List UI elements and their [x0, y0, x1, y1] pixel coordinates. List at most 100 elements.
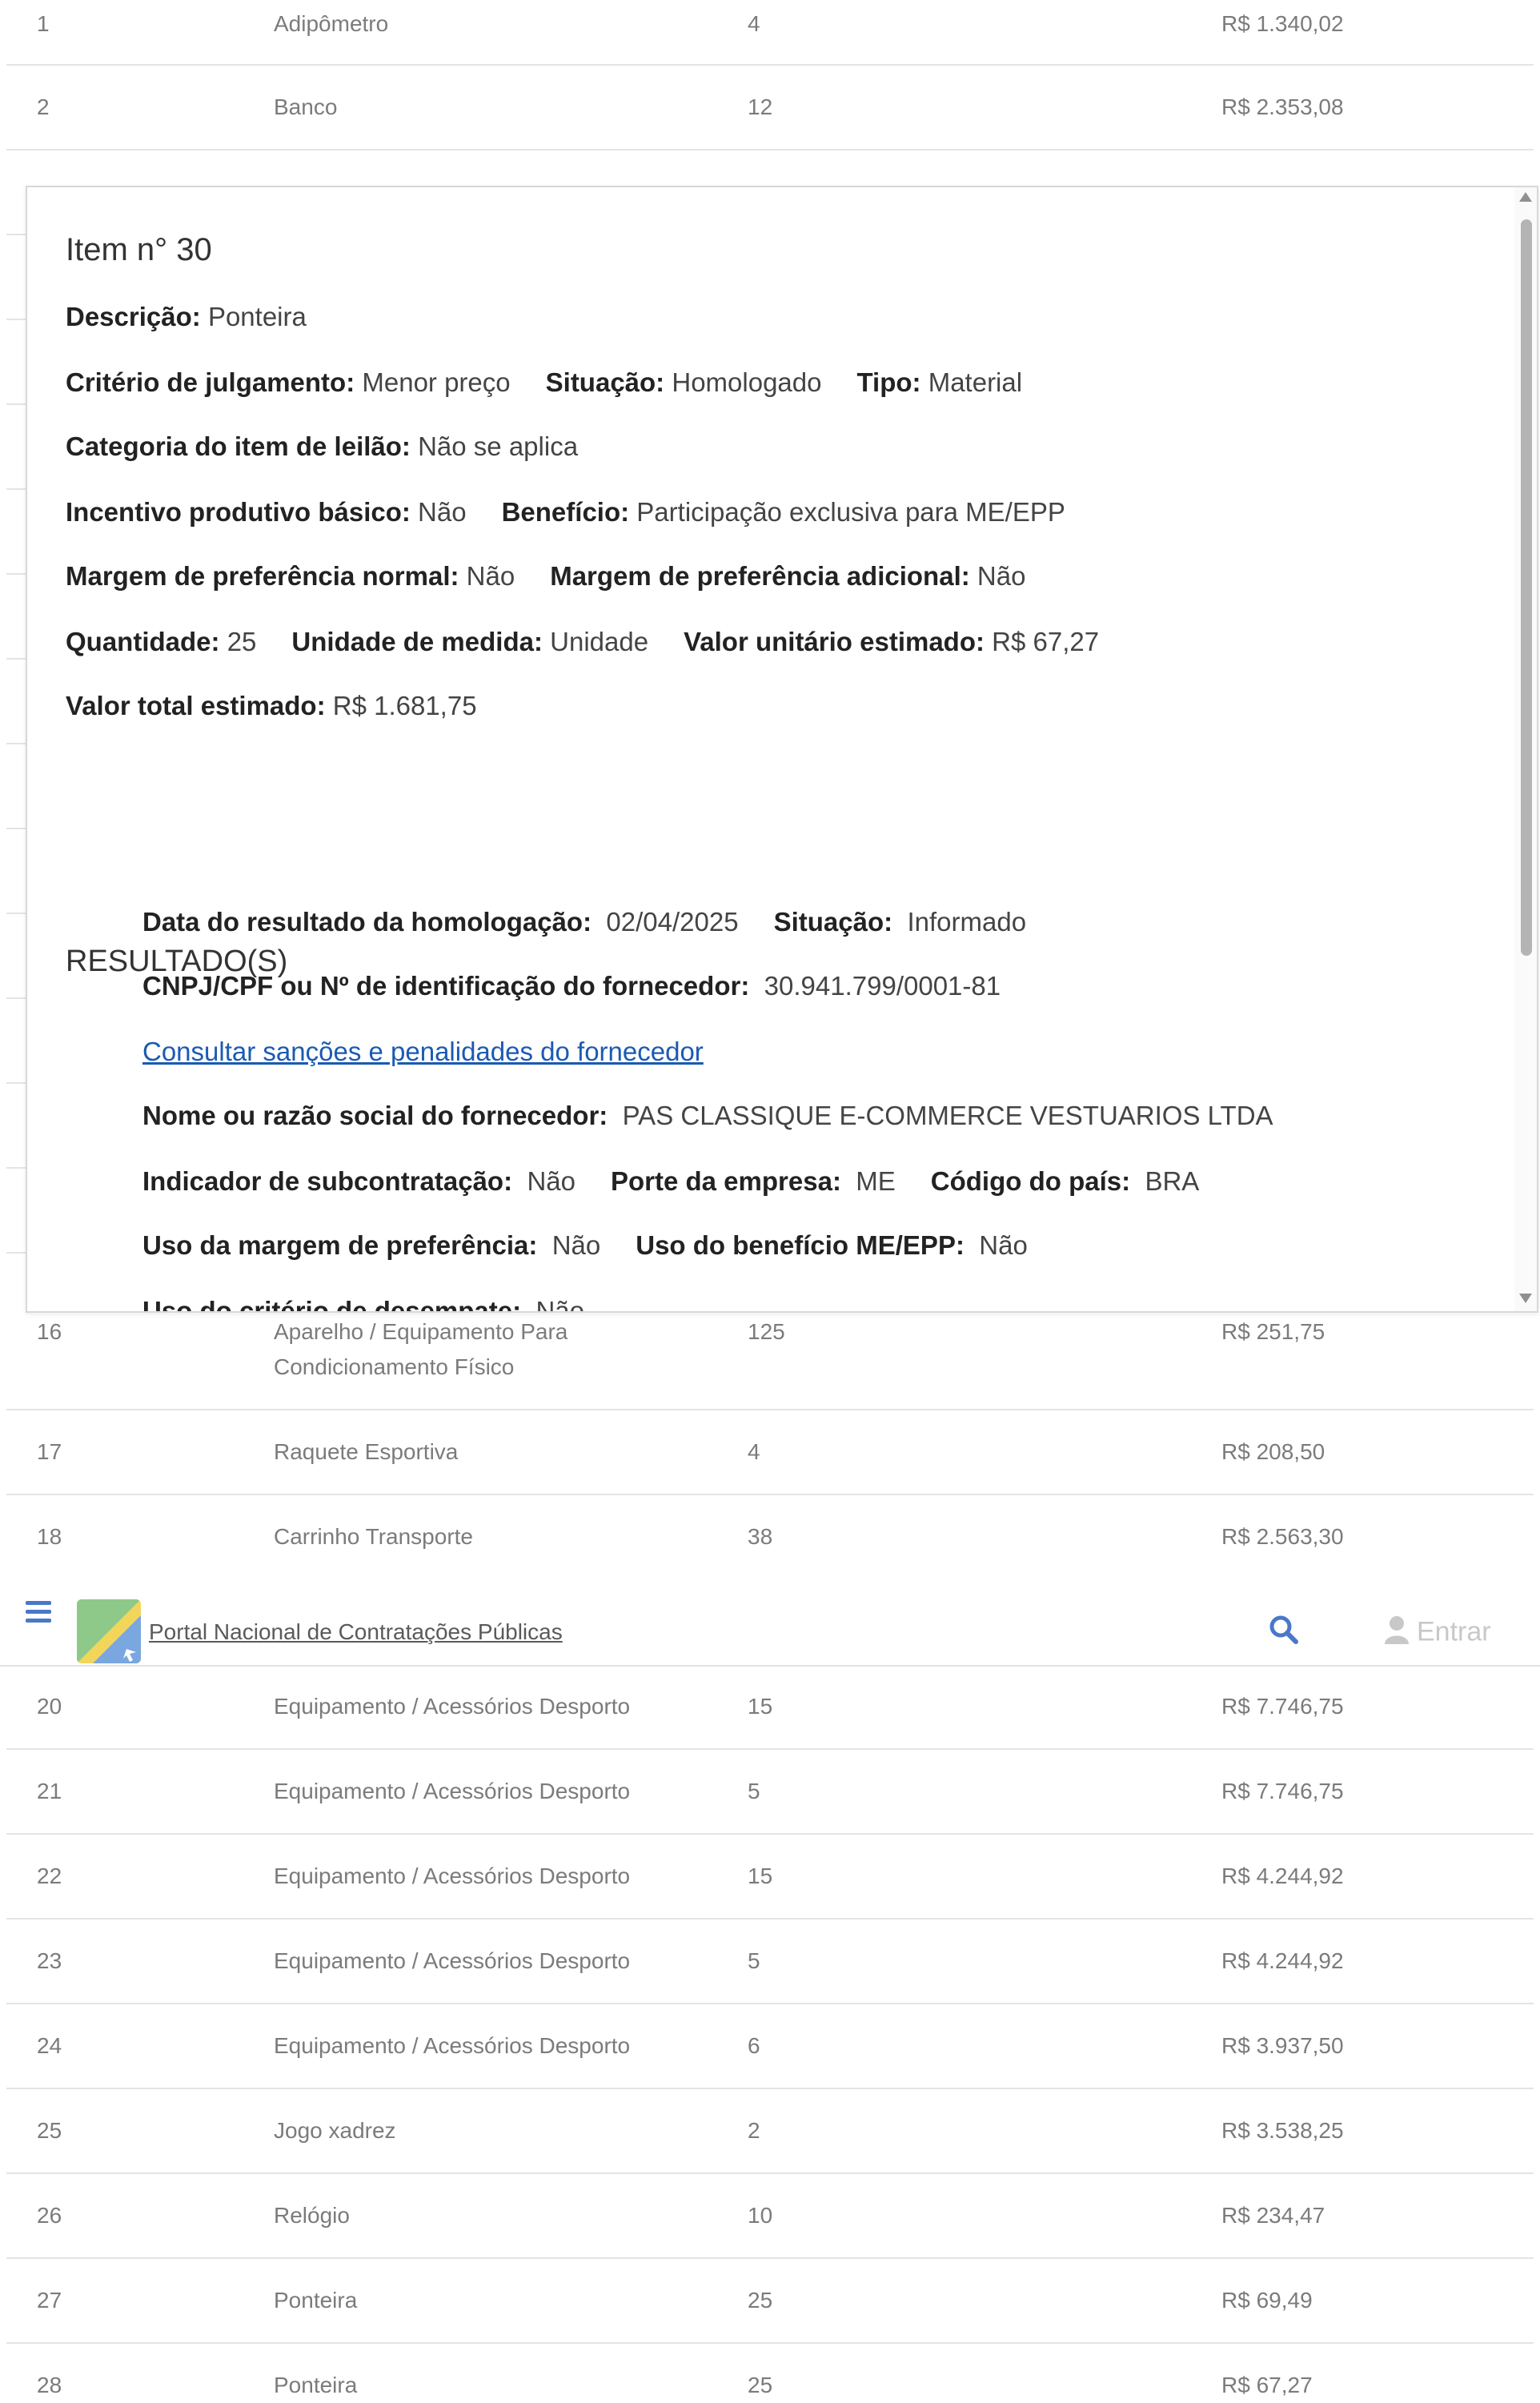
- table-row[interactable]: 28 Ponteira 25 R$ 67,27: [6, 2344, 1534, 2397]
- table-row[interactable]: 2 Banco 12 R$ 2.353,08: [6, 66, 1534, 150]
- item-value: R$ 3.538,25: [1221, 2118, 1344, 2143]
- criterio-label: Critério de julgamento:: [66, 367, 355, 397]
- menu-icon[interactable]: [26, 1601, 51, 1627]
- modal-title: Item n° 30: [66, 232, 212, 267]
- item-quantity: 12: [748, 94, 773, 119]
- unidade-value: Unidade: [550, 627, 649, 656]
- item-number: 1: [37, 11, 50, 36]
- item-description: Ponteira: [274, 2373, 358, 2397]
- uso-beneficio-value: Não: [979, 1230, 1028, 1260]
- item-number: 25: [37, 2118, 62, 2143]
- item-value: R$ 7.746,75: [1221, 1779, 1344, 1803]
- categoria-label: Categoria do item de leilão:: [66, 431, 411, 461]
- item-description: Aparelho / Equipamento Para Condicioname…: [274, 1319, 568, 1379]
- table-row[interactable]: 24 Equipamento / Acessórios Desporto 6 R…: [6, 2004, 1534, 2089]
- uso-margem-line: Uso da margem de preferência: Não Uso do …: [142, 1230, 1028, 1262]
- margem-normal-label: Margem de preferência normal:: [66, 561, 459, 591]
- res-situacao-value: Informado: [907, 907, 1027, 937]
- uso-margem-label: Uso da margem de preferência:: [142, 1230, 538, 1260]
- item-quantity: 5: [748, 1948, 760, 1973]
- porte-label: Porte da empresa:: [610, 1166, 841, 1196]
- item-description: Carrinho Transporte: [274, 1524, 474, 1549]
- item-description: Adipômetro: [274, 11, 389, 36]
- beneficio-label: Benefício:: [501, 497, 630, 527]
- table-row[interactable]: 21 Equipamento / Acessórios Desporto 5 R…: [6, 1750, 1534, 1835]
- item-description: Equipamento / Acessórios Desporto: [274, 2033, 631, 2058]
- item-description: Equipamento / Acessórios Desporto: [274, 1948, 631, 1973]
- item-detail-modal: Item n° 30 Descrição: Ponteira Critério …: [26, 186, 1538, 1313]
- item-value: R$ 234,47: [1221, 2203, 1325, 2228]
- valor-total-label: Valor total estimado:: [66, 691, 326, 720]
- nome-label: Nome ou razão social do fornecedor:: [142, 1101, 608, 1130]
- quantidade-value: 25: [227, 627, 257, 656]
- criterio-line: Critério de julgamento: Menor preço Situa…: [66, 367, 1022, 399]
- item-description: Equipamento / Acessórios Desporto: [274, 1863, 631, 1888]
- site-header: Portal Nacional de Contratações Públicas…: [0, 1566, 1540, 1667]
- table-row[interactable]: 20 Equipamento / Acessórios Desporto 15 …: [6, 1667, 1534, 1750]
- scroll-up-icon[interactable]: [1519, 192, 1532, 202]
- item-value: R$ 69,49: [1221, 2288, 1313, 2313]
- subcontratacao-label: Indicador de subcontratação:: [142, 1166, 513, 1196]
- table-row[interactable]: 22 Equipamento / Acessórios Desporto 15 …: [6, 1835, 1534, 1920]
- sancoes-link[interactable]: Consultar sanções e penalidades do forne…: [142, 1037, 704, 1066]
- uso-beneficio-label: Uso do benefício ME/EPP:: [636, 1230, 965, 1260]
- item-value: R$ 67,27: [1221, 2373, 1313, 2397]
- item-number: 20: [37, 1694, 62, 1719]
- item-number: 22: [37, 1863, 62, 1888]
- valor-total-value: R$ 1.681,75: [332, 691, 477, 720]
- table-row[interactable]: 26 Relógio 10 R$ 234,47: [6, 2174, 1534, 2259]
- login-button[interactable]: Entrar: [1385, 1615, 1491, 1651]
- cnpj-label: CNPJ/CPF ou Nº de identificação do forne…: [142, 971, 750, 1001]
- item-value: R$ 2.353,08: [1221, 94, 1344, 119]
- table-row[interactable]: 17 Raquete Esportiva 4 R$ 208,50: [6, 1410, 1534, 1495]
- descricao-value: Ponteira: [207, 302, 307, 331]
- situacao-value: Homologado: [672, 367, 822, 397]
- item-quantity: 25: [748, 2288, 773, 2313]
- item-description: Equipamento / Acessórios Desporto: [274, 1694, 631, 1719]
- data-label: Data do resultado da homologação:: [142, 907, 592, 937]
- categoria-line: Categoria do item de leilão: Não se apli…: [66, 431, 578, 463]
- tipo-value: Material: [928, 367, 1023, 397]
- valor-unitario-value: R$ 67,27: [992, 627, 1100, 656]
- table-row[interactable]: 23 Equipamento / Acessórios Desporto 5 R…: [6, 1920, 1534, 2004]
- incentivo-label: Incentivo produtivo básico:: [66, 497, 411, 527]
- incentivo-value: Não: [418, 497, 467, 527]
- login-label: Entrar: [1417, 1616, 1491, 1647]
- item-description: Ponteira: [274, 2288, 358, 2313]
- item-number: 2: [37, 94, 50, 119]
- cnpj-line: CNPJ/CPF ou Nº de identificação do forne…: [142, 970, 1001, 1002]
- uso-criterio-value: Não: [535, 1296, 585, 1313]
- table-row[interactable]: 25 Jogo xadrez 2 R$ 3.538,25: [6, 2089, 1534, 2174]
- item-number: 21: [37, 1779, 62, 1803]
- item-number: 23: [37, 1948, 62, 1973]
- pais-value: BRA: [1145, 1166, 1200, 1196]
- search-icon[interactable]: [1268, 1614, 1300, 1646]
- item-number: 28: [37, 2373, 62, 2397]
- unidade-label: Unidade de medida:: [291, 627, 543, 656]
- item-value: R$ 3.937,50: [1221, 2033, 1344, 2058]
- item-quantity: 5: [748, 1779, 760, 1803]
- item-quantity: 15: [748, 1694, 773, 1719]
- portal-link[interactable]: Portal Nacional de Contratações Públicas: [149, 1619, 563, 1646]
- margem-adicional-value: Não: [977, 561, 1026, 591]
- item-value: R$ 7.746,75: [1221, 1694, 1344, 1719]
- logo[interactable]: [77, 1599, 141, 1663]
- scrollbar-thumb[interactable]: [1521, 219, 1532, 956]
- quantidade-line: Quantidade: 25 Unidade de medida: Unidade…: [66, 626, 1099, 658]
- modal-scrollbar[interactable]: [1514, 187, 1537, 1311]
- quantidade-label: Quantidade:: [66, 627, 220, 656]
- item-description: Raquete Esportiva: [274, 1439, 459, 1464]
- tipo-label: Tipo:: [856, 367, 921, 397]
- item-value: R$ 2.563,30: [1221, 1524, 1344, 1549]
- table-row[interactable]: 27 Ponteira 25 R$ 69,49: [6, 2259, 1534, 2344]
- item-value: R$ 251,75: [1221, 1319, 1325, 1344]
- scroll-down-icon[interactable]: [1519, 1294, 1532, 1303]
- item-quantity: 38: [748, 1524, 773, 1549]
- margem-adicional-label: Margem de preferência adicional:: [550, 561, 970, 591]
- item-quantity: 2: [748, 2118, 760, 2143]
- nome-line: Nome ou razão social do fornecedor: PAS …: [142, 1100, 1273, 1132]
- margem-normal-value: Não: [466, 561, 515, 591]
- table-row[interactable]: 1 Adipômetro 4 R$ 1.340,02: [6, 0, 1534, 66]
- item-number: 16: [37, 1319, 62, 1344]
- uso-criterio-line: Uso do critério de desempate: Não: [142, 1295, 585, 1313]
